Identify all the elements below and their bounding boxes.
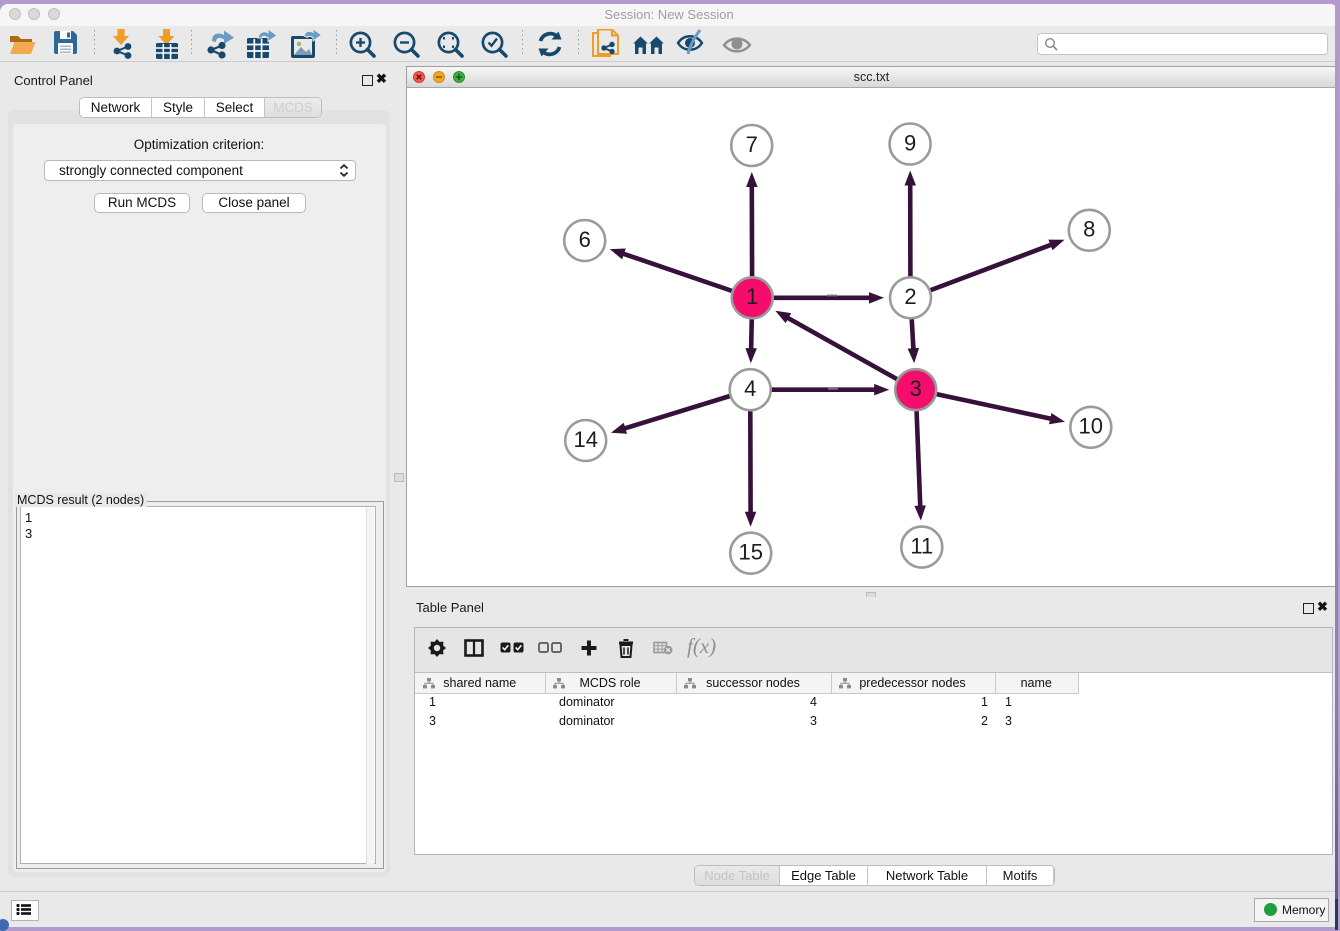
svg-text:4: 4 — [744, 376, 756, 401]
svg-text:2: 2 — [904, 284, 916, 309]
svg-text:9: 9 — [904, 130, 916, 155]
svg-text:11: 11 — [910, 533, 933, 558]
svg-text:1: 1 — [746, 284, 758, 309]
svg-text:6: 6 — [579, 227, 591, 252]
svg-text:10: 10 — [1079, 414, 1103, 439]
svg-text:3: 3 — [910, 376, 922, 401]
svg-text:14: 14 — [573, 427, 597, 452]
svg-text:15: 15 — [738, 540, 762, 565]
svg-text:7: 7 — [746, 132, 758, 157]
svg-text:8: 8 — [1083, 217, 1095, 242]
